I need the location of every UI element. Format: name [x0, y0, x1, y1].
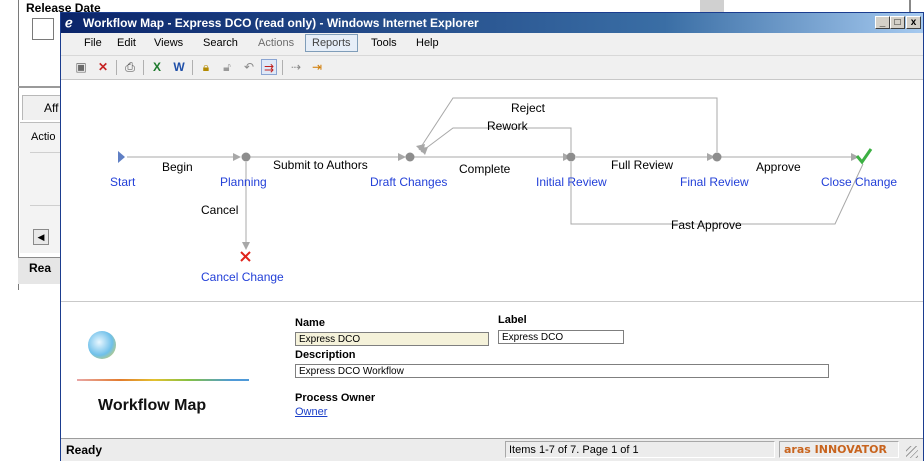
background-divider	[18, 86, 64, 88]
toolbar-separator	[143, 60, 144, 75]
status-bar: Ready Items 1-7 of 7. Page 1 of 1 aras I…	[61, 438, 923, 461]
background-actions-menu[interactable]: Actio	[31, 131, 55, 143]
exit-icon[interactable]: ⇥	[309, 59, 325, 75]
workflow-diagram	[118, 97, 873, 262]
path-reject[interactable]: Reject	[511, 101, 545, 115]
workflow-map-icon	[88, 331, 116, 359]
maximize-button[interactable]: □	[890, 16, 905, 29]
close-doc-icon[interactable]: ✕	[95, 59, 111, 75]
description-field[interactable]: Express DCO Workflow	[295, 364, 829, 378]
planning-node-icon	[241, 152, 251, 162]
close-change-check-icon	[855, 148, 873, 165]
arrowhead	[242, 242, 250, 250]
undo-icon[interactable]: ↶	[241, 59, 257, 75]
label-label: Label	[498, 314, 527, 326]
initial-review-node-icon	[566, 152, 576, 162]
path-submit-to-authors[interactable]: Submit to Authors	[273, 158, 368, 172]
menu-file[interactable]: File	[84, 37, 102, 49]
name-field[interactable]: Express DCO	[295, 332, 489, 346]
workflow-canvas: Start Planning Draft Changes Initial Rev…	[61, 80, 923, 301]
toolbar-separator	[192, 60, 193, 75]
path-cancel[interactable]: Cancel	[201, 203, 238, 217]
background-scroll-edge	[909, 0, 911, 12]
label-field[interactable]: Express DCO	[498, 330, 624, 344]
panel-title: Workflow Map	[98, 397, 207, 414]
background-status-label: Rea	[29, 261, 52, 275]
menu-bar: File Edit Views Search Actions Reports T…	[61, 33, 923, 56]
path-complete[interactable]: Complete	[459, 162, 510, 176]
node-close-change[interactable]: Close Change	[821, 175, 897, 189]
arrowhead	[398, 153, 406, 161]
save-icon[interactable]: ▣	[73, 59, 89, 75]
owner-link[interactable]: Owner	[295, 406, 327, 418]
unlock-icon[interactable]: 🔓︎	[219, 59, 235, 75]
resize-grip-icon[interactable]	[906, 446, 918, 458]
window-title: Workflow Map - Express DCO (read only) -…	[83, 16, 479, 30]
node-start[interactable]: Start	[110, 175, 135, 189]
lock-icon[interactable]: 🔒︎	[198, 59, 214, 75]
show-map-icon[interactable]: ⇉	[261, 59, 277, 75]
cancel-change-x-icon	[240, 251, 251, 262]
node-final-review[interactable]: Final Review	[680, 175, 749, 189]
path-fast-approve[interactable]: Fast Approve	[671, 218, 742, 232]
close-button[interactable]: x	[906, 16, 921, 29]
draft-changes-node-icon	[405, 152, 415, 162]
name-label: Name	[295, 317, 325, 329]
node-initial-review[interactable]: Initial Review	[536, 175, 607, 189]
title-bar[interactable]: ℯ Workflow Map - Express DCO (read only)…	[61, 13, 923, 33]
status-ready: Ready	[66, 443, 103, 457]
excel-export-icon[interactable]: X	[149, 59, 165, 75]
node-draft-changes[interactable]: Draft Changes	[370, 175, 447, 189]
word-export-icon[interactable]: W	[171, 59, 187, 75]
arrowhead	[233, 153, 241, 161]
scroll-left-arrow-icon[interactable]: ◀	[33, 229, 49, 245]
minimize-button[interactable]: _	[875, 16, 890, 29]
background-grid	[30, 152, 64, 206]
status-items-text: Items 1-7 of 7. Page 1 of 1	[509, 444, 639, 456]
path-begin[interactable]: Begin	[162, 160, 193, 174]
connector-reject	[418, 97, 718, 152]
description-label: Description	[295, 349, 356, 361]
menu-actions[interactable]: Actions	[258, 37, 294, 49]
release-date-field[interactable]	[32, 18, 54, 40]
path-approve[interactable]: Approve	[756, 160, 801, 174]
toolbar: ▣ ✕ ⎙ X W 🔒︎ 🔓︎ ↶ ⇉ ⇢ ⇥	[61, 56, 923, 80]
node-cancel-change[interactable]: Cancel Change	[201, 270, 284, 284]
start-node-icon	[118, 151, 125, 163]
aras-innovator-logo: aras INNOVATOR	[784, 443, 887, 456]
menu-views[interactable]: Views	[154, 37, 183, 49]
menu-search[interactable]: Search	[203, 37, 238, 49]
promote-icon[interactable]: ⇢	[288, 59, 304, 75]
workflow-form-panel: Workflow Map Name Express DCO Label Expr…	[61, 302, 923, 438]
background-tab-label: Aff	[44, 101, 59, 115]
path-rework[interactable]: Rework	[487, 119, 528, 133]
accent-rule	[77, 379, 249, 381]
background-header-stripe	[700, 0, 724, 12]
final-review-node-icon	[712, 152, 722, 162]
menu-reports[interactable]: Reports	[305, 34, 358, 52]
node-planning[interactable]: Planning	[220, 175, 267, 189]
path-full-review[interactable]: Full Review	[611, 158, 673, 172]
process-owner-label: Process Owner	[295, 392, 376, 404]
toolbar-separator	[282, 60, 283, 75]
menu-edit[interactable]: Edit	[117, 37, 136, 49]
ie-logo-icon: ℯ	[65, 15, 73, 30]
menu-help[interactable]: Help	[416, 37, 439, 49]
print-icon[interactable]: ⎙	[122, 59, 138, 75]
workflow-map-window: ℯ Workflow Map - Express DCO (read only)…	[60, 12, 924, 461]
arrowhead	[419, 147, 428, 155]
toolbar-separator	[116, 60, 117, 75]
menu-tools[interactable]: Tools	[371, 37, 397, 49]
